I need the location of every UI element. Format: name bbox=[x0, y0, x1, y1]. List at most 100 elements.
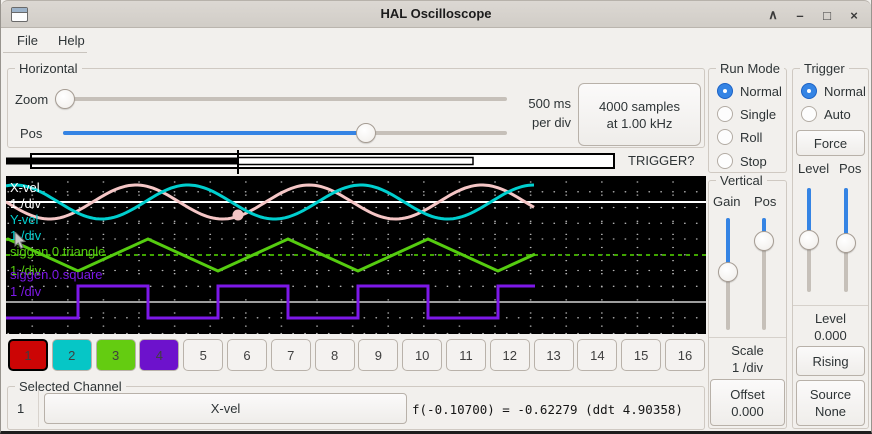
scope-channel-name: siggen.0.square bbox=[10, 267, 103, 282]
slider-handle[interactable] bbox=[718, 262, 738, 282]
title-bar[interactable]: HAL Oscilloscope ∧ – □ × bbox=[1, 0, 871, 28]
offset-button[interactable]: Offset 0.000 bbox=[710, 379, 785, 426]
channel-button-6[interactable]: 6 bbox=[227, 339, 267, 371]
channel-button-1[interactable]: 1 bbox=[8, 339, 48, 371]
slider-handle[interactable] bbox=[356, 123, 376, 143]
vertical-group-label: Vertical bbox=[716, 173, 767, 188]
channel-button-9[interactable]: 9 bbox=[358, 339, 398, 371]
channel-button-4[interactable]: 4 bbox=[139, 339, 179, 371]
trigger-separator bbox=[793, 305, 868, 306]
horizontal-zoom-slider[interactable] bbox=[55, 89, 507, 109]
samples-line2: at 1.00 kHz bbox=[607, 115, 673, 132]
trigger-status-label: TRIGGER? bbox=[628, 153, 694, 168]
offset-label: Offset bbox=[730, 386, 764, 403]
trigger-pos-slider-label: Pos bbox=[839, 161, 861, 176]
channel-button-11[interactable]: 11 bbox=[446, 339, 486, 371]
menu-file[interactable]: File bbox=[7, 29, 48, 52]
run-mode-option-roll[interactable]: Roll bbox=[717, 127, 762, 147]
channel-button-5[interactable]: 5 bbox=[183, 339, 223, 371]
selected-channel-number: 1 bbox=[17, 401, 24, 416]
channel-name-button[interactable]: X-vel bbox=[44, 393, 407, 424]
close-icon[interactable]: × bbox=[845, 6, 863, 24]
pos-label: Pos bbox=[20, 126, 42, 141]
record-filled-bar bbox=[6, 158, 238, 165]
run-mode-radio-roll[interactable] bbox=[717, 129, 733, 145]
trigger-mode-label: Auto bbox=[824, 107, 851, 122]
run-mode-label: Single bbox=[740, 107, 776, 122]
vertical-separator bbox=[709, 337, 786, 338]
menubar-divider bbox=[3, 52, 87, 53]
rate-line2: per div bbox=[506, 115, 571, 130]
channel-button-8[interactable]: 8 bbox=[315, 339, 355, 371]
mouse-cursor-icon bbox=[14, 232, 28, 250]
scale-label: Scale bbox=[709, 343, 786, 358]
channel-button-7[interactable]: 7 bbox=[271, 339, 311, 371]
edge-button[interactable]: Rising bbox=[796, 346, 865, 376]
slider-handle[interactable] bbox=[55, 89, 75, 109]
source-value: None bbox=[815, 403, 846, 420]
scope-channel-name: Y-vel bbox=[10, 212, 38, 227]
trace-point-marker bbox=[233, 210, 244, 221]
run-mode-option-normal[interactable]: Normal bbox=[717, 81, 782, 101]
run-mode-radio-single[interactable] bbox=[717, 106, 733, 122]
force-button-label: Force bbox=[814, 135, 847, 152]
source-button[interactable]: Source None bbox=[796, 380, 865, 426]
samples-button[interactable]: 4000 samples at 1.00 kHz bbox=[578, 83, 701, 146]
vertical-pos-slider[interactable] bbox=[754, 218, 774, 330]
trigger-level-slider-label: Level bbox=[798, 161, 829, 176]
slider-track[interactable] bbox=[55, 97, 507, 101]
force-button[interactable]: Force bbox=[796, 130, 865, 156]
channel-button-15[interactable]: 15 bbox=[621, 339, 661, 371]
horizontal-pos-slider[interactable] bbox=[63, 123, 507, 143]
trigger-mode-label: Normal bbox=[824, 84, 866, 99]
shade-icon[interactable]: ∧ bbox=[764, 6, 782, 24]
scope-canvas bbox=[6, 176, 706, 334]
trigger-mode-radio-normal[interactable] bbox=[801, 83, 817, 99]
slider-handle[interactable] bbox=[799, 230, 819, 250]
hal-oscilloscope-window: { "window": {"title": "HAL Oscilloscope"… bbox=[0, 0, 872, 434]
menu-bar: File Help bbox=[1, 28, 872, 53]
scope-channel-scale: 1 /div bbox=[10, 196, 41, 211]
horizontal-group-label: Horizontal bbox=[15, 61, 82, 76]
scope-channel-name: X-vel bbox=[10, 180, 40, 195]
trigger-group-label: Trigger bbox=[800, 61, 849, 76]
run-mode-label: Normal bbox=[740, 84, 782, 99]
run-mode-option-single[interactable]: Single bbox=[717, 104, 776, 124]
channel-button-10[interactable]: 10 bbox=[402, 339, 442, 371]
record-position-bar[interactable] bbox=[6, 150, 706, 174]
trigger-level-label: Level bbox=[793, 311, 868, 326]
slider-handle[interactable] bbox=[754, 231, 774, 251]
run-mode-radio-stop[interactable] bbox=[717, 153, 733, 169]
scope-display[interactable]: X-vel1 /divY-vel1 /divsiggen.0.triangle1… bbox=[6, 176, 706, 334]
offset-value: 0.000 bbox=[731, 403, 764, 420]
minimize-icon[interactable]: – bbox=[791, 6, 809, 24]
gain-slider[interactable] bbox=[718, 218, 738, 330]
channel-button-2[interactable]: 2 bbox=[52, 339, 92, 371]
selected-channel-group-label: Selected Channel bbox=[15, 379, 126, 394]
run-mode-label: Roll bbox=[740, 130, 762, 145]
slider-fill bbox=[63, 131, 366, 135]
channel-button-13[interactable]: 13 bbox=[534, 339, 574, 371]
trigger-mode-option-auto[interactable]: Auto bbox=[801, 104, 851, 124]
run-mode-option-stop[interactable]: Stop bbox=[717, 151, 767, 171]
trigger-mode-option-normal[interactable]: Normal bbox=[801, 81, 866, 101]
scope-grid bbox=[8, 182, 697, 334]
menu-help[interactable]: Help bbox=[48, 29, 95, 52]
trigger-level-slider[interactable] bbox=[799, 188, 819, 292]
samples-line1: 4000 samples bbox=[599, 98, 680, 115]
channel-button-12[interactable]: 12 bbox=[490, 339, 530, 371]
trigger-mode-radio-auto[interactable] bbox=[801, 106, 817, 122]
channel-button-16[interactable]: 16 bbox=[665, 339, 705, 371]
maximize-icon[interactable]: □ bbox=[818, 6, 836, 24]
value-readout: f(-0.10700) = -0.62279 (ddt 4.90358) bbox=[412, 402, 683, 417]
run-mode-group: Run Mode NormalSingleRollStop bbox=[708, 68, 787, 173]
source-label: Source bbox=[810, 386, 851, 403]
slider-handle[interactable] bbox=[836, 233, 856, 253]
run-mode-radio-normal[interactable] bbox=[717, 83, 733, 99]
trigger-pos-slider[interactable] bbox=[836, 188, 856, 292]
channel-button-3[interactable]: 3 bbox=[96, 339, 136, 371]
selected-channel-divider bbox=[38, 390, 39, 427]
channel-button-14[interactable]: 14 bbox=[577, 339, 617, 371]
run-mode-label: Stop bbox=[740, 154, 767, 169]
zoom-label: Zoom bbox=[15, 92, 48, 107]
